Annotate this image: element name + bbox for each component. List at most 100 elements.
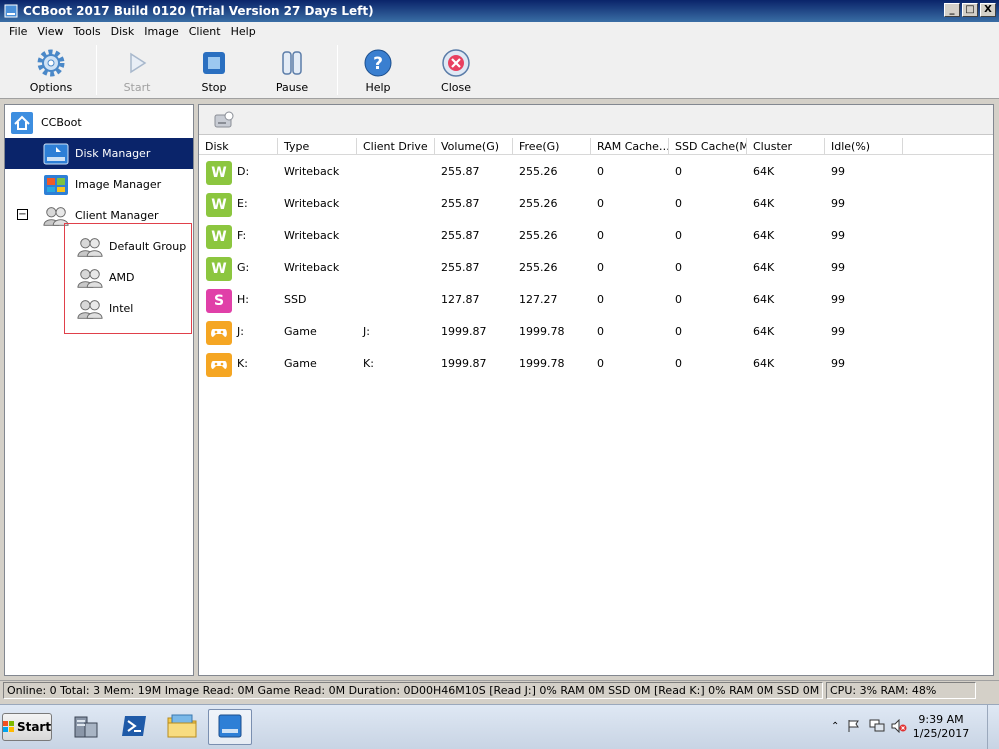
cell-ram: 0 (597, 293, 604, 306)
cell-ram: 0 (597, 261, 604, 274)
table-row[interactable]: W F: Writeback 255.87 255.26 0 0 64K 99 (199, 220, 993, 252)
stop-button[interactable]: Stop (184, 47, 244, 94)
show-hidden-icons-icon[interactable]: ⌃ (831, 721, 839, 732)
stop-label: Stop (201, 81, 227, 94)
cell-ssd: 0 (675, 325, 682, 338)
cell-free: 255.26 (519, 261, 558, 274)
taskbar-explorer[interactable] (160, 709, 204, 745)
cell-ram: 0 (597, 357, 604, 370)
menu-view[interactable]: View (32, 25, 68, 38)
start-label: Start (123, 81, 151, 94)
taskbar-ccboot[interactable] (208, 709, 252, 745)
table-row[interactable]: K: Game K: 1999.87 1999.78 0 0 64K 99 (199, 348, 993, 380)
col-cluster[interactable]: Cluster (747, 138, 825, 155)
game-disk-icon (206, 321, 232, 345)
col-idle[interactable]: Idle(%) (825, 138, 903, 155)
navigation-tree: CCBoot Disk Manager Image Manager − Clie… (4, 104, 194, 676)
ssd-disk-icon: S (206, 289, 232, 313)
cell-ssd: 0 (675, 293, 682, 306)
cell-idle: 99 (831, 229, 845, 242)
writeback-disk-icon: W (206, 193, 232, 217)
writeback-disk-icon: W (206, 225, 232, 249)
svg-text:?: ? (373, 54, 383, 74)
cell-type: Writeback (284, 261, 340, 274)
disk-manager-icon (43, 141, 69, 167)
tree-label-image-manager: Image Manager (75, 178, 162, 191)
help-button[interactable]: ? Help (348, 47, 408, 94)
cell-type: Writeback (284, 197, 340, 210)
pause-label: Pause (275, 81, 309, 94)
cell-disk: D: (237, 165, 250, 178)
options-button[interactable]: Options (21, 47, 81, 94)
cell-idle: 99 (831, 325, 845, 338)
start-label: Start (16, 720, 52, 734)
col-ram-cache[interactable]: RAM Cache… (591, 138, 669, 155)
cell-volume: 127.87 (441, 293, 480, 306)
clock[interactable]: 9:39 AM 1/25/2017 (911, 713, 971, 741)
cell-volume: 255.87 (441, 165, 480, 178)
minimize-button[interactable]: _ (944, 3, 960, 17)
window-title: CCBoot 2017 Build 0120 (Trial Version 27… (23, 4, 374, 18)
menu-file[interactable]: File (4, 25, 32, 38)
col-ssd-cache[interactable]: SSD Cache(M) (669, 138, 747, 155)
col-client-drive[interactable]: Client Drive (357, 138, 435, 155)
table-row[interactable]: W E: Writeback 255.87 255.26 0 0 64K 99 (199, 188, 993, 220)
taskbar-server-manager[interactable] (64, 709, 108, 745)
help-icon: ? (362, 47, 394, 79)
cell-idle: 99 (831, 357, 845, 370)
cell-idle: 99 (831, 293, 845, 306)
cell-type: Writeback (284, 165, 340, 178)
stop-icon (198, 47, 230, 79)
maximize-button[interactable]: □ (962, 3, 978, 17)
menu-disk[interactable]: Disk (106, 25, 140, 38)
table-row[interactable]: W D: Writeback 255.87 255.26 0 0 64K 99 (199, 156, 993, 188)
tree-label-disk-manager: Disk Manager (75, 147, 151, 160)
cell-idle: 99 (831, 165, 845, 178)
tree-item-ccboot[interactable]: CCBoot (5, 107, 193, 138)
title-bar[interactable]: CCBoot 2017 Build 0120 (Trial Version 27… (0, 0, 999, 22)
menu-help[interactable]: Help (226, 25, 261, 38)
cell-ssd: 0 (675, 197, 682, 210)
show-desktop-button[interactable] (987, 705, 999, 749)
volume-muted-icon[interactable] (891, 718, 907, 736)
taskbar-powershell[interactable] (112, 709, 156, 745)
status-bar: Online: 0 Total: 3 Mem: 19M Image Read: … (0, 680, 999, 699)
disk-settings-icon[interactable] (213, 110, 235, 130)
tree-item-image-manager[interactable]: Image Manager (5, 169, 193, 200)
close-label: Close (441, 81, 471, 94)
cell-type: SSD (284, 293, 307, 306)
cell-ram: 0 (597, 229, 604, 242)
table-row[interactable]: S H: SSD 127.87 127.27 0 0 64K 99 (199, 284, 993, 316)
cell-ram: 0 (597, 325, 604, 338)
action-center-flag-icon[interactable] (847, 719, 861, 736)
cell-ram: 0 (597, 197, 604, 210)
network-icon[interactable] (869, 719, 885, 736)
writeback-disk-icon: W (206, 161, 232, 185)
col-disk[interactable]: Disk (199, 138, 278, 155)
table-row[interactable]: W G: Writeback 255.87 255.26 0 0 64K 99 (199, 252, 993, 284)
cell-free: 127.27 (519, 293, 558, 306)
play-icon (121, 47, 153, 79)
col-volume[interactable]: Volume(G) (435, 138, 513, 155)
start-menu-button[interactable]: Start (2, 713, 52, 741)
cell-ssd: 0 (675, 261, 682, 274)
toolbar-separator (96, 45, 97, 95)
cell-cluster: 64K (753, 325, 775, 338)
col-free[interactable]: Free(G) (513, 138, 591, 155)
tree-item-disk-manager[interactable]: Disk Manager (5, 138, 193, 169)
pause-button[interactable]: Pause (262, 47, 322, 94)
start-button[interactable]: Start (107, 47, 167, 94)
menu-client[interactable]: Client (184, 25, 226, 38)
cell-free: 255.26 (519, 197, 558, 210)
cell-client: K: (363, 357, 374, 370)
table-row[interactable]: J: Game J: 1999.87 1999.78 0 0 64K 99 (199, 316, 993, 348)
toolbar: Options Start Stop Pause ? Help Close (0, 41, 999, 99)
menu-image[interactable]: Image (139, 25, 183, 38)
close-button[interactable]: Close (426, 47, 486, 94)
status-text: Online: 0 Total: 3 Mem: 19M Image Read: … (3, 682, 823, 699)
close-window-button[interactable]: X (980, 3, 996, 17)
menu-tools[interactable]: Tools (69, 25, 106, 38)
col-type[interactable]: Type (278, 138, 357, 155)
system-tray: ⌃ 9:39 AM 1/25/2017 (827, 705, 999, 749)
cell-volume: 255.87 (441, 229, 480, 242)
